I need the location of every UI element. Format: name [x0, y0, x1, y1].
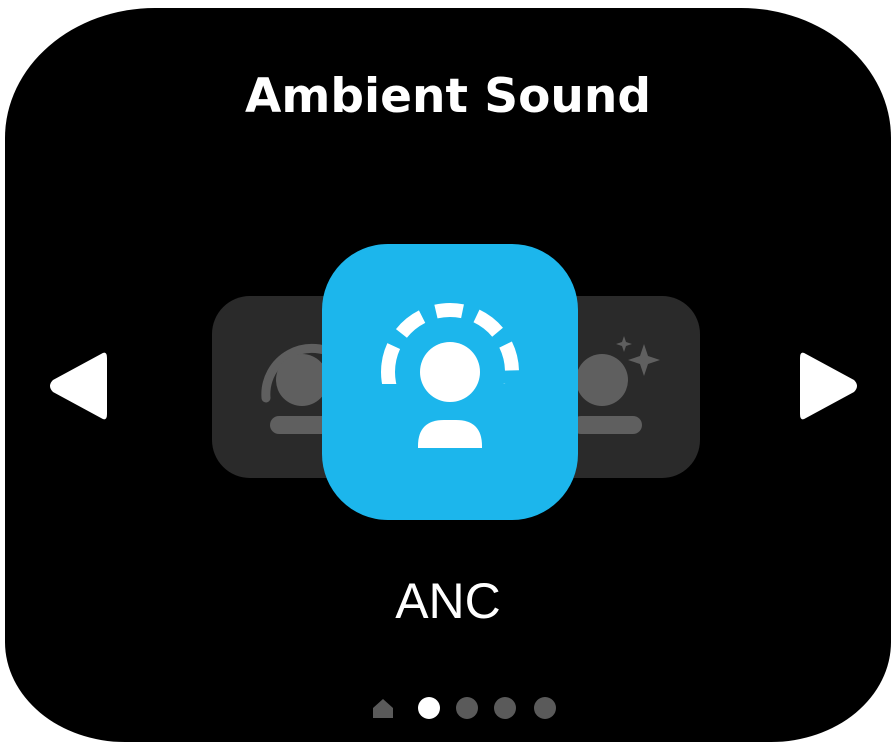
page-dot-3[interactable]: [494, 697, 516, 719]
chevron-right-icon: [800, 352, 857, 420]
chevron-left-icon: [50, 352, 107, 420]
mode-card-anc[interactable]: [322, 244, 578, 520]
person-dashed-dome-icon: [381, 303, 519, 448]
page-indicator: [372, 697, 572, 723]
page-title: Ambient Sound: [245, 69, 651, 124]
home-icon[interactable]: [372, 697, 394, 719]
page-dot-2[interactable]: [456, 697, 478, 719]
page-dot-1[interactable]: [418, 697, 440, 719]
current-mode-label: ANC: [395, 573, 501, 629]
page-dot-4[interactable]: [534, 697, 556, 719]
